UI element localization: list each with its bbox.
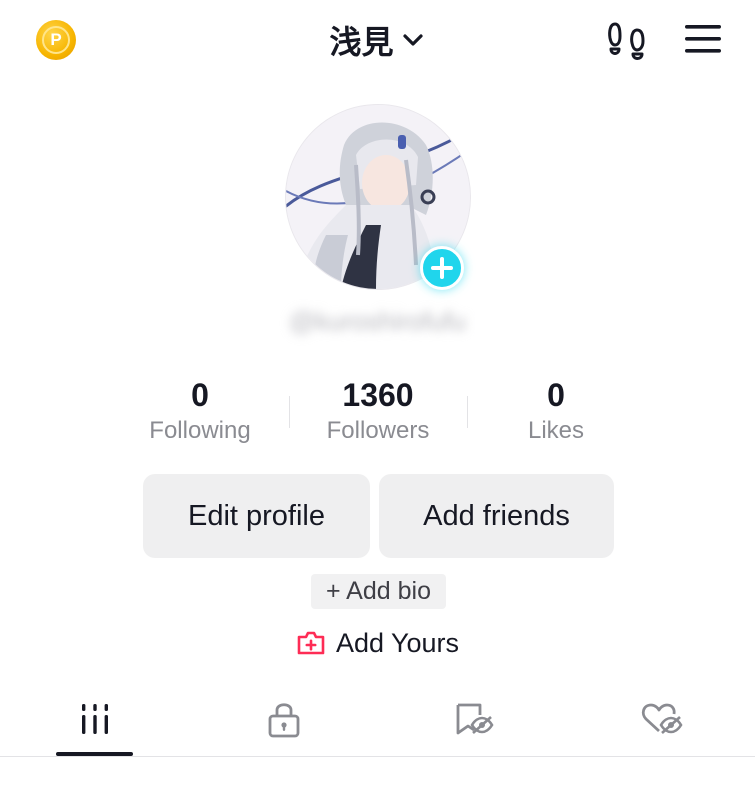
plus-icon — [431, 257, 453, 279]
followers-label: Followers — [326, 417, 430, 444]
username: @kuroshirofufu — [289, 306, 466, 336]
footprints-icon[interactable] — [606, 20, 648, 62]
add-yours-button[interactable]: Add Yours — [0, 626, 755, 660]
chevron-down-icon — [400, 27, 426, 53]
following-count: 0 — [191, 377, 209, 413]
videos-grid-icon — [82, 704, 108, 734]
stat-following[interactable]: 0 Following — [110, 375, 290, 445]
add-yours-label: Add Yours — [335, 627, 460, 658]
following-label: Following — [149, 417, 251, 444]
lock-icon — [268, 703, 300, 738]
add-avatar-button[interactable] — [420, 246, 464, 290]
tab-saved[interactable] — [444, 696, 504, 742]
tab-bar-divider — [0, 756, 755, 757]
add-bio-button[interactable]: + Add bio — [311, 574, 446, 609]
tab-videos[interactable] — [65, 696, 125, 742]
likes-count: 0 — [547, 377, 565, 413]
hidden-liked-icon — [641, 703, 683, 734]
followers-count: 1360 — [342, 377, 414, 413]
tab-liked[interactable] — [632, 696, 692, 742]
menu-icon[interactable] — [684, 22, 722, 56]
page-title: 浅見 — [329, 24, 394, 60]
edit-profile-button[interactable]: Edit profile — [143, 474, 370, 558]
add-friends-button[interactable]: Add friends — [379, 474, 614, 558]
hidden-bookmark-icon — [456, 703, 494, 735]
stat-followers[interactable]: 1360 Followers — [288, 375, 468, 445]
tab-private[interactable] — [254, 696, 314, 742]
add-yours-icon — [296, 630, 326, 656]
likes-label: Likes — [527, 417, 585, 444]
stat-likes[interactable]: 0 Likes — [466, 375, 646, 445]
